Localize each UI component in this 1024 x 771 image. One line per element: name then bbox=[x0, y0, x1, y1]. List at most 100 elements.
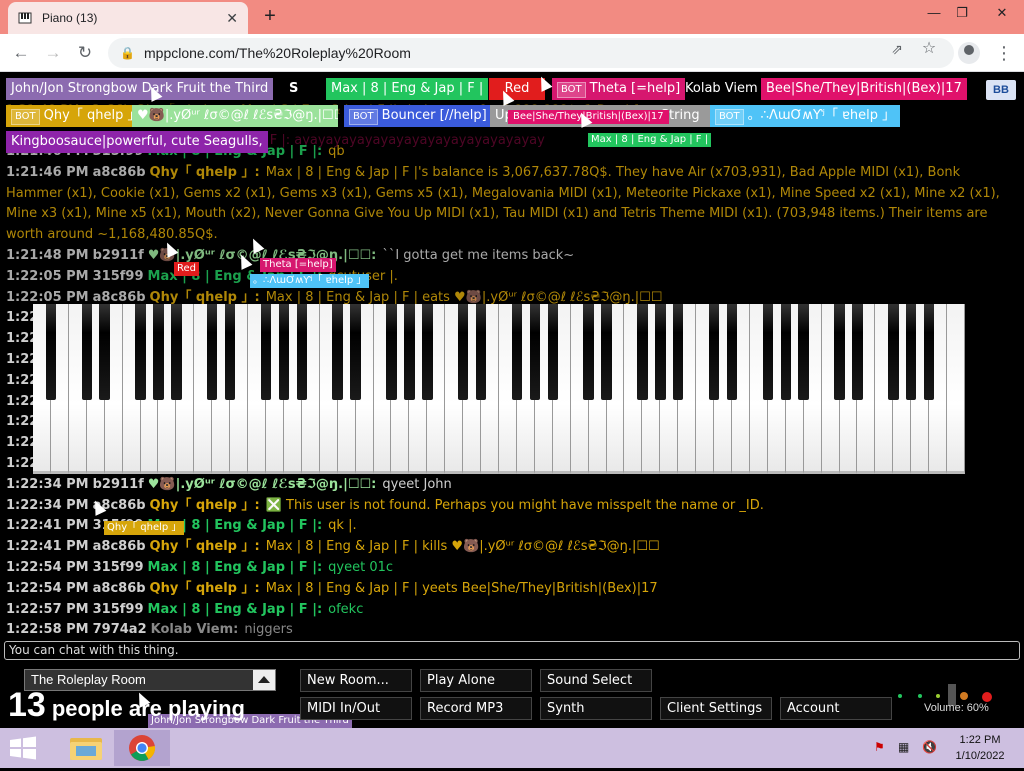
chat-message: 1:22:54 PM a8c86b Qhy「 qhelp 」: Max | 8 | E… bbox=[6, 579, 1016, 600]
black-key[interactable] bbox=[780, 304, 791, 400]
windows-taskbar: ⚑ ▦ 🔇 1:22 PM 1/10/2022 bbox=[0, 728, 1024, 768]
black-key[interactable] bbox=[457, 304, 469, 400]
cursor-label-max: Max | 8 | Eng & Jap | F | bbox=[588, 133, 712, 147]
black-key[interactable] bbox=[655, 304, 666, 400]
menu-kebab-icon[interactable]: ⋮ bbox=[994, 40, 1014, 66]
message-user-id: a8c86b bbox=[92, 580, 146, 596]
black-key[interactable] bbox=[278, 304, 290, 400]
piano-keyboard[interactable] bbox=[33, 304, 965, 474]
message-text: Max | 8 | Eng & Jap | F | eats ♥🐻|.yØᵘʳ … bbox=[265, 289, 663, 305]
profile-avatar-icon[interactable] bbox=[958, 42, 980, 64]
black-key[interactable] bbox=[260, 304, 272, 400]
black-key[interactable] bbox=[726, 304, 738, 400]
play-alone-button[interactable]: Play Alone bbox=[420, 669, 532, 692]
black-key[interactable] bbox=[637, 304, 648, 400]
player-theta[interactable]: BOT Theta [=help] bbox=[552, 78, 686, 100]
player-symbols[interactable]: BOT 。∴ΛɯƠʍƳʲ「 ɐhelp 」 bbox=[710, 105, 901, 127]
forward-icon[interactable]: → bbox=[40, 40, 66, 66]
bookmark-star-icon[interactable]: ☆ bbox=[918, 38, 940, 60]
chat-input[interactable]: You can chat with this thing. bbox=[4, 641, 1020, 660]
black-key[interactable] bbox=[762, 304, 774, 400]
message-time: 1:22:41 PM bbox=[6, 539, 89, 555]
maximize-icon[interactable]: ❐ bbox=[944, 0, 980, 30]
player-qhy[interactable]: BOT Qhy「 qhelp 」 bbox=[6, 105, 146, 127]
player-john[interactable]: John/Jon Strongbow Dark Fruit the Third bbox=[6, 78, 274, 100]
midi-inout-button[interactable]: MIDI In/Out bbox=[300, 697, 412, 720]
chat-message: 1:22:05 PM 315f99 Max | 8 | Eng & Jap | F … bbox=[6, 267, 1016, 288]
close-window-icon[interactable]: ✕ bbox=[984, 0, 1020, 30]
bot-badge: BOT bbox=[715, 109, 744, 125]
player-name: Qhy「 qhelp 」 bbox=[43, 108, 141, 123]
black-key[interactable] bbox=[207, 304, 218, 400]
account-button[interactable]: Account bbox=[780, 697, 892, 720]
black-key[interactable] bbox=[135, 304, 146, 400]
taskbar-explorer[interactable] bbox=[58, 730, 114, 766]
black-key[interactable] bbox=[45, 304, 57, 400]
black-key[interactable] bbox=[81, 304, 92, 400]
black-key[interactable] bbox=[296, 304, 308, 400]
room-select-value: The Roleplay Room bbox=[31, 672, 146, 687]
black-key[interactable] bbox=[923, 304, 935, 400]
player-max[interactable]: Max | 8 | Eng & Jap | F | bbox=[326, 78, 489, 100]
black-key[interactable] bbox=[888, 304, 899, 400]
windows-start-icon[interactable] bbox=[8, 736, 38, 760]
player-name: Kingboosauce|powerful, cute Seagulls, bbox=[11, 134, 263, 149]
message-author: Qhy「 qhelp 」: bbox=[149, 539, 260, 555]
address-bar[interactable]: 🔒 mppclone.com/The%20Roleplay%20Room bbox=[108, 38, 954, 68]
black-key[interactable] bbox=[547, 304, 558, 400]
black-key[interactable] bbox=[422, 304, 433, 400]
player-bouncer[interactable]: BOT Bouncer [//help] bbox=[344, 105, 492, 127]
client-settings-button[interactable]: Client Settings bbox=[660, 697, 772, 720]
reload-icon[interactable]: ↻ bbox=[72, 40, 98, 66]
player-stray-glyph[interactable]: S bbox=[284, 78, 308, 100]
player-count-number: 13 bbox=[8, 686, 46, 724]
message-time: 1:22:05 PM bbox=[6, 268, 89, 284]
record-mp3-button[interactable]: Record MP3 bbox=[420, 697, 532, 720]
back-icon[interactable]: ← bbox=[8, 40, 34, 66]
player-bee[interactable]: Bee|She/They|British|(Bex)|17 bbox=[761, 78, 967, 100]
network-icon[interactable]: ▦ bbox=[898, 740, 909, 754]
tab-piano[interactable]: Piano (13) ✕ bbox=[8, 2, 248, 34]
action-center-flag-icon[interactable]: ⚑ bbox=[874, 740, 885, 754]
player-kingboosauce[interactable]: Kingboosauce|powerful, cute Seagulls, bbox=[6, 131, 268, 153]
speaker-muted-icon[interactable]: 🔇 bbox=[922, 740, 937, 754]
taskbar-clock[interactable]: 1:22 PM 1/10/2022 bbox=[950, 732, 1010, 764]
black-key[interactable] bbox=[171, 304, 182, 400]
cursor-label-symbols: 。∴ΛɯƠʍƳʲ「 ɐhelp 」 bbox=[250, 274, 370, 288]
white-key[interactable] bbox=[947, 304, 965, 474]
bb-button[interactable]: BB bbox=[986, 80, 1016, 100]
new-room-button[interactable]: New Room... bbox=[300, 669, 412, 692]
black-key[interactable] bbox=[332, 304, 343, 400]
black-key[interactable] bbox=[834, 304, 845, 400]
new-tab-icon[interactable]: + bbox=[258, 5, 282, 29]
black-key[interactable] bbox=[99, 304, 110, 400]
black-key[interactable] bbox=[708, 304, 720, 400]
message-author: ♥🐻|.yØᵘʳ ℓσ©@ℓ ℓℰѕ₴ℑ@ŋ.|☐☐: bbox=[147, 476, 377, 492]
black-key[interactable] bbox=[153, 304, 164, 400]
black-key[interactable] bbox=[798, 304, 809, 400]
black-key[interactable] bbox=[852, 304, 863, 400]
chat-message: 1:22:34 PM b2911f ♥🐻|.yØᵘʳ ℓσ©@ℓ ℓℰѕ₴ℑ@ŋ.|… bbox=[6, 475, 1016, 496]
black-key[interactable] bbox=[224, 304, 236, 400]
black-key[interactable] bbox=[511, 304, 523, 400]
share-icon[interactable]: ⇗ bbox=[886, 38, 908, 60]
black-key[interactable] bbox=[583, 304, 594, 400]
synth-button[interactable]: Synth bbox=[540, 697, 652, 720]
message-text: qk |. bbox=[328, 518, 357, 534]
chevron-up-icon[interactable] bbox=[253, 670, 275, 690]
player-you[interactable]: ♥🐻|.yØᵘʳ ℓσ©@ℓ ℓℰѕ₴ℑ@ŋ.|☐☐ bbox=[132, 105, 338, 127]
taskbar-chrome[interactable] bbox=[114, 730, 170, 766]
tab-close-icon[interactable]: ✕ bbox=[226, 10, 238, 27]
black-key[interactable] bbox=[906, 304, 917, 400]
black-key[interactable] bbox=[386, 304, 397, 400]
black-key[interactable] bbox=[673, 304, 684, 400]
black-key[interactable] bbox=[350, 304, 361, 400]
black-key[interactable] bbox=[529, 304, 541, 400]
black-key[interactable] bbox=[475, 304, 487, 400]
sound-select-button[interactable]: Sound Select bbox=[540, 669, 652, 692]
message-time: 1:22:41 PM bbox=[6, 518, 89, 534]
volume-control[interactable]: Volume: 60% bbox=[894, 684, 1014, 714]
black-key[interactable] bbox=[404, 304, 415, 400]
player-kolab[interactable]: Kolab Viem bbox=[680, 78, 763, 100]
black-key[interactable] bbox=[601, 304, 612, 400]
